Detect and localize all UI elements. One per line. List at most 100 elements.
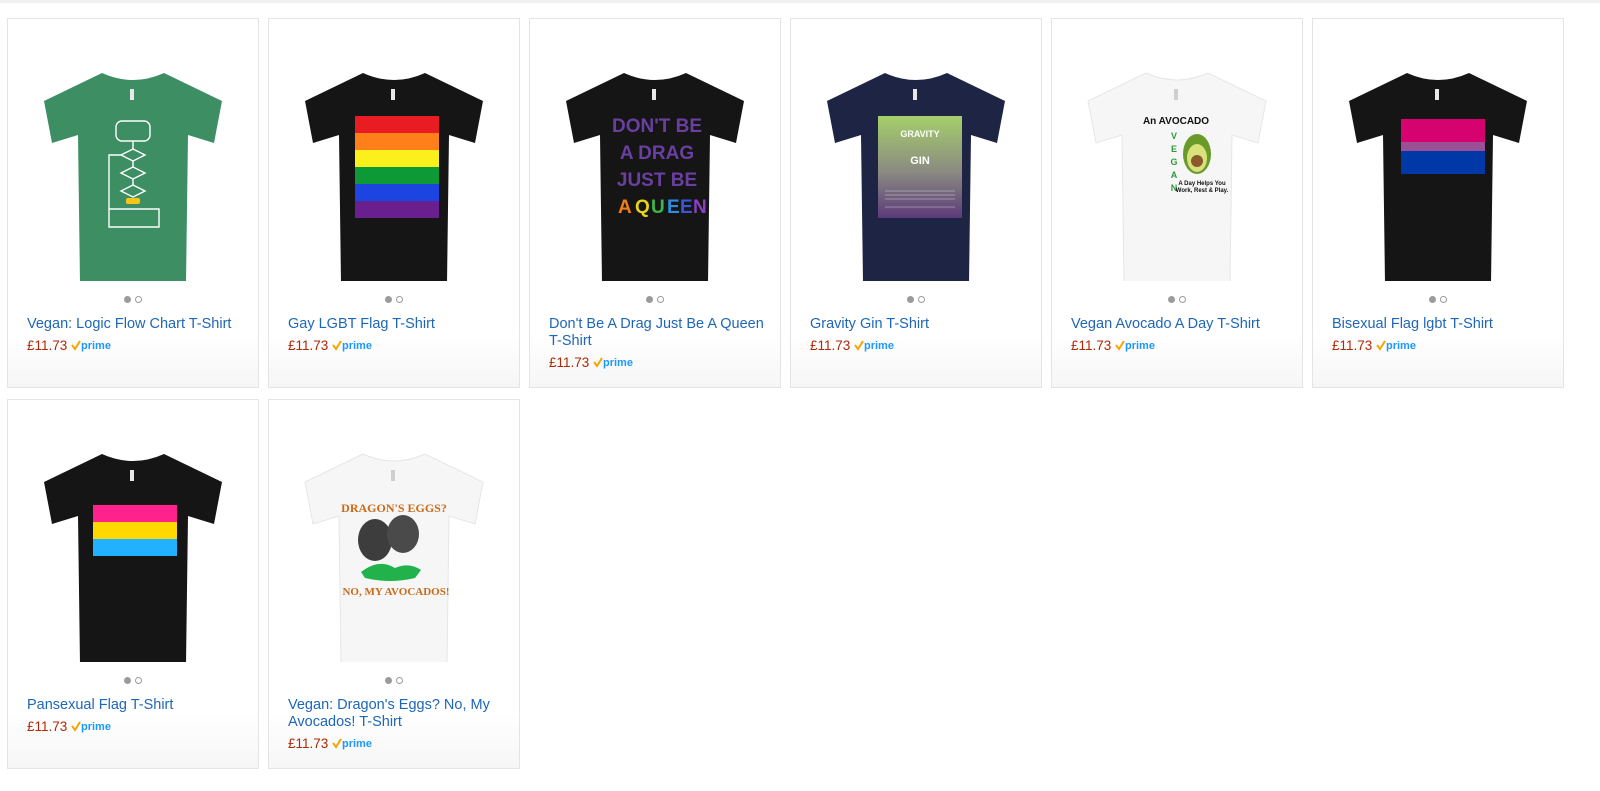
product-image[interactable]: An AVOCADO V E G A N A Day Helps You Wor… [1052,31,1302,281]
prime-badge-icon: prime [70,338,112,352]
carousel-dot-active[interactable] [385,296,392,303]
prime-badge-icon: prime [1114,338,1156,352]
product-price: £11.73 [288,735,329,751]
product-price: £11.73 [1332,337,1373,353]
image-carousel-dots [530,296,780,303]
product-price: £11.73 [27,718,68,734]
product-price: £11.73 [549,354,590,370]
svg-text:A: A [1171,170,1178,180]
prime-badge-icon: prime [331,736,373,750]
product-image[interactable] [8,412,258,662]
product-title-link[interactable]: Gay LGBT Flag T-Shirt [288,316,514,333]
price-row: £11.73 prime [810,337,895,353]
carousel-dot[interactable] [1179,296,1186,303]
product-title-link[interactable]: Vegan: Logic Flow Chart T-Shirt [27,316,253,333]
prime-badge-icon: prime [331,338,373,352]
svg-text:E: E [680,197,693,218]
product-card[interactable]: Gay LGBT Flag T-Shirt £11.73 prime [268,18,520,388]
carousel-dot[interactable] [657,296,664,303]
svg-text:Q: Q [635,197,650,218]
shirt-print-text: An AVOCADO [1143,116,1209,127]
prime-badge-icon: prime [592,355,634,369]
svg-text:prime: prime [81,721,111,733]
carousel-dot-active[interactable] [124,677,131,684]
product-price: £11.73 [27,337,68,353]
price-row: £11.73 prime [288,735,373,751]
image-carousel-dots [269,296,519,303]
svg-text:prime: prime [864,340,894,352]
svg-text:E: E [667,197,680,218]
carousel-dot-active[interactable] [907,296,914,303]
product-card[interactable]: Vegan: Logic Flow Chart T-Shirt £11.73 pr… [7,18,259,388]
product-title-link[interactable]: Pansexual Flag T-Shirt [27,697,253,714]
product-card[interactable]: DON'T BE A DRAG JUST BE A Q U E E N Don'… [529,18,781,388]
image-carousel-dots [1052,296,1302,303]
price-row: £11.73 prime [288,337,373,353]
product-card[interactable]: DRAGON'S EGGS? NO, MY AVOCADOS! Vegan: D… [268,399,520,769]
carousel-dot[interactable] [1440,296,1447,303]
product-price: £11.73 [810,337,851,353]
svg-text:prime: prime [81,340,111,352]
shirt-print-text: GRAVITY [900,129,939,139]
image-carousel-dots [791,296,1041,303]
prime-badge-icon: prime [70,719,112,733]
svg-text:prime: prime [603,357,633,369]
top-divider [0,0,1600,3]
carousel-dot-active[interactable] [1429,296,1436,303]
product-image[interactable] [1313,31,1563,281]
svg-text:N: N [693,197,707,218]
prime-badge-icon: prime [1375,338,1417,352]
price-row: £11.73 prime [27,337,112,353]
product-image[interactable]: GRAVITY GIN [791,31,1041,281]
shirt-print-text: Work, Rest & Play. [1176,188,1229,194]
price-row: £11.73 prime [27,718,112,734]
product-title-link[interactable]: Don't Be A Drag Just Be A Queen T-Shirt [549,316,775,350]
product-card[interactable]: Pansexual Flag T-Shirt £11.73 prime [7,399,259,769]
carousel-dot[interactable] [135,296,142,303]
svg-text:A: A [618,197,632,218]
product-image[interactable]: DON'T BE A DRAG JUST BE A Q U E E N [530,31,780,281]
image-carousel-dots [269,677,519,684]
shirt-print-text: DRAGON'S EGGS? [341,501,447,515]
carousel-dot-active[interactable] [124,296,131,303]
price-row: £11.73 prime [1071,337,1156,353]
product-title-link[interactable]: Vegan: Dragon's Eggs? No, My Avocados! T… [288,697,514,731]
carousel-dot[interactable] [918,296,925,303]
svg-text:E: E [1171,144,1177,154]
shirt-print-text: DON'T BE [612,116,702,137]
svg-text:prime: prime [342,738,372,750]
product-title-link[interactable]: Bisexual Flag lgbt T-Shirt [1332,316,1558,333]
product-card[interactable]: GRAVITY GIN Gravity Gin T-Shirt £11.73 pr… [790,18,1042,388]
svg-text:prime: prime [1386,340,1416,352]
shirt-print-text: GIN [910,155,930,167]
image-carousel-dots [8,296,258,303]
svg-text:prime: prime [1125,340,1155,352]
carousel-dot[interactable] [396,296,403,303]
image-carousel-dots [8,677,258,684]
carousel-dot[interactable] [135,677,142,684]
shirt-print-text: NO, MY AVOCADOS! [342,586,449,598]
svg-text:G: G [1170,157,1177,167]
shirt-print-text: A DRAG [620,143,694,164]
carousel-dot[interactable] [396,677,403,684]
shirt-print-text: A Day Helps You [1178,181,1226,187]
carousel-dot-active[interactable] [646,296,653,303]
price-row: £11.73 prime [1332,337,1417,353]
carousel-dot-active[interactable] [385,677,392,684]
prime-badge-icon: prime [853,338,895,352]
price-row: £11.73 prime [549,354,634,370]
image-carousel-dots [1313,296,1563,303]
svg-text:prime: prime [342,340,372,352]
carousel-dot-active[interactable] [1168,296,1175,303]
product-image[interactable] [269,31,519,281]
product-price: £11.73 [288,337,329,353]
product-title-link[interactable]: Gravity Gin T-Shirt [810,316,1036,333]
product-card[interactable]: An AVOCADO V E G A N A Day Helps You Wor… [1051,18,1303,388]
product-card[interactable]: Bisexual Flag lgbt T-Shirt £11.73 prime [1312,18,1564,388]
shirt-print-text: JUST BE [617,170,697,191]
product-title-link[interactable]: Vegan Avocado A Day T-Shirt [1071,316,1297,333]
svg-text:U: U [651,197,665,218]
product-image[interactable]: DRAGON'S EGGS? NO, MY AVOCADOS! [269,412,519,662]
product-price: £11.73 [1071,337,1112,353]
product-image[interactable] [8,31,258,281]
